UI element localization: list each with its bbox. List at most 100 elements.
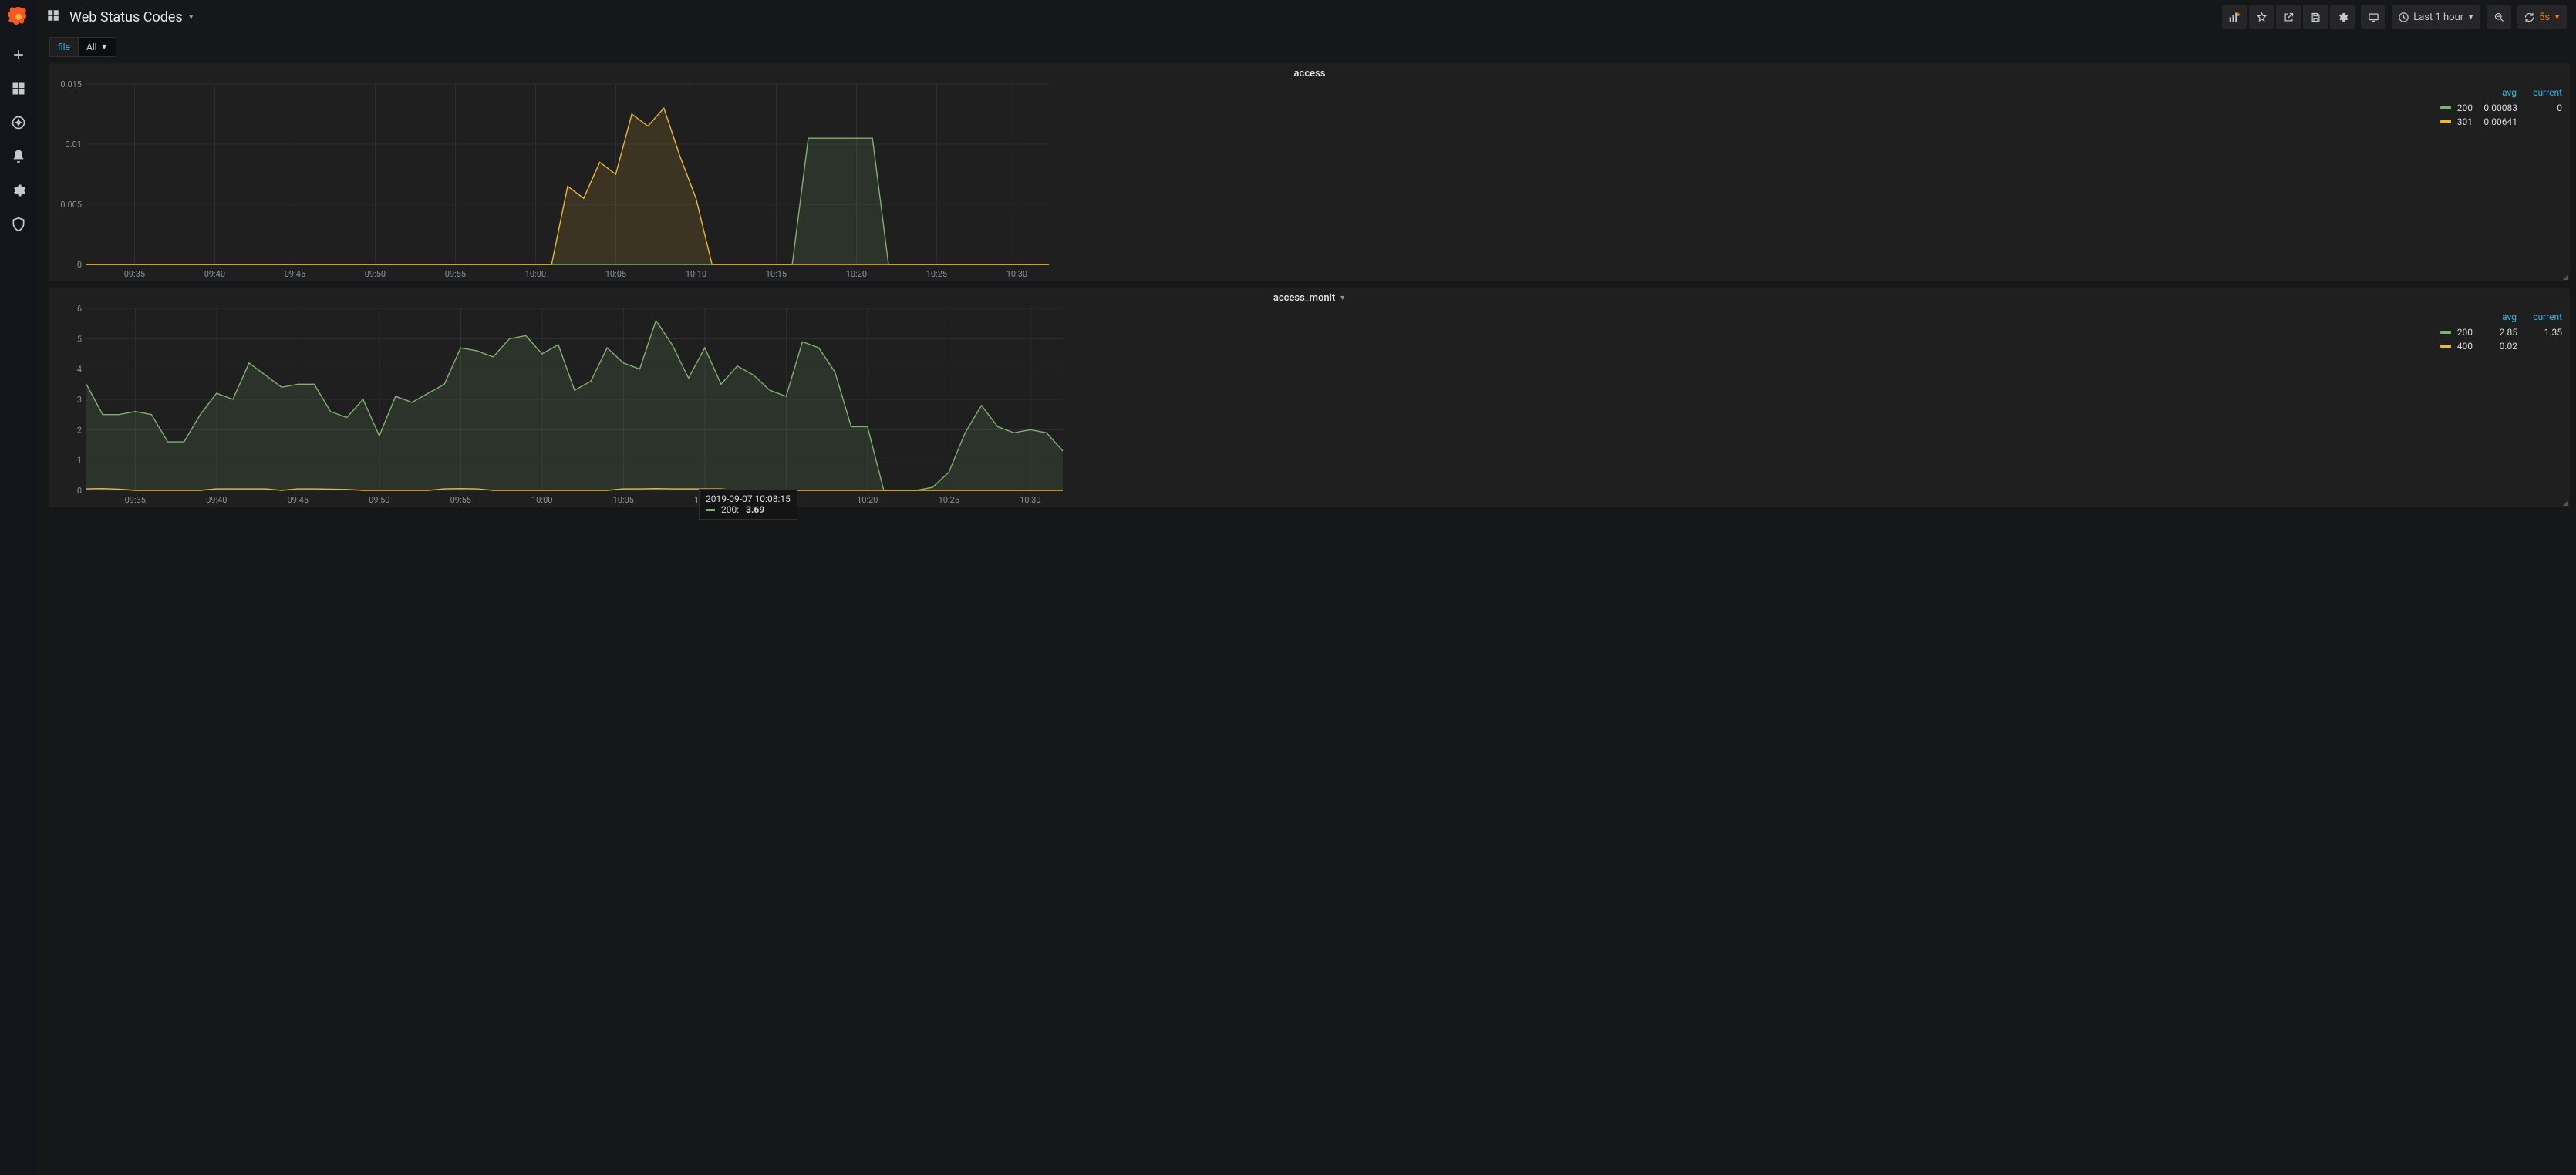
star-button[interactable] bbox=[2249, 5, 2274, 29]
svg-text:10:00: 10:00 bbox=[531, 495, 552, 505]
legend-col-current[interactable]: current bbox=[2527, 311, 2562, 322]
chevron-down-icon: ▼ bbox=[2467, 13, 2474, 22]
variable-bar: file All ▼ bbox=[37, 34, 2576, 60]
legend-row[interactable]: 200 2.85 1.35 bbox=[2440, 325, 2562, 339]
legend-col-avg[interactable]: avg bbox=[2482, 311, 2517, 322]
svg-text:10:20: 10:20 bbox=[846, 269, 867, 279]
topbar: Web Status Codes ▼ Last 1 hour ▼ 5s ▼ bbox=[37, 0, 2576, 34]
legend-current: 1.35 bbox=[2524, 327, 2562, 338]
svg-text:0.015: 0.015 bbox=[60, 81, 82, 89]
chart-access[interactable]: 0 0.005 0.01 0.015 09:35 09:40 09:45 09:50 09:55… bbox=[49, 81, 2426, 281]
svg-text:0.01: 0.01 bbox=[66, 140, 82, 150]
configuration-icon[interactable] bbox=[10, 182, 27, 199]
svg-text:09:45: 09:45 bbox=[288, 495, 309, 505]
svg-text:0: 0 bbox=[77, 260, 82, 270]
legend-avg: 0.00083 bbox=[2479, 103, 2517, 113]
share-button[interactable] bbox=[2276, 5, 2301, 29]
svg-text:09:45: 09:45 bbox=[285, 269, 305, 279]
svg-text:10:05: 10:05 bbox=[605, 269, 626, 279]
svg-text:09:40: 09:40 bbox=[204, 269, 225, 279]
svg-text:10:30: 10:30 bbox=[1020, 495, 1040, 505]
svg-text:3: 3 bbox=[77, 395, 82, 405]
grafana-logo[interactable] bbox=[6, 5, 31, 29]
legend-current: 0 bbox=[2524, 103, 2562, 113]
add-panel-button[interactable] bbox=[2222, 5, 2247, 29]
server-admin-icon[interactable] bbox=[10, 216, 27, 233]
legend-avg: 2.85 bbox=[2479, 327, 2517, 338]
variable-dropdown[interactable]: All ▼ bbox=[78, 37, 116, 57]
time-range-picker[interactable]: Last 1 hour ▼ bbox=[2392, 5, 2480, 29]
svg-text:09:50: 09:50 bbox=[369, 495, 389, 505]
svg-text:0: 0 bbox=[77, 486, 82, 496]
svg-text:10:05: 10:05 bbox=[613, 495, 634, 505]
svg-text:10:00: 10:00 bbox=[525, 269, 546, 279]
plus-icon[interactable] bbox=[10, 46, 27, 63]
panel-title[interactable]: access bbox=[49, 63, 2570, 81]
legend-series-name: 200 bbox=[2457, 327, 2473, 338]
view-mode-button[interactable] bbox=[2361, 5, 2385, 29]
panel-title[interactable]: access_monit ▼ bbox=[49, 288, 2570, 305]
chevron-down-icon: ▼ bbox=[187, 13, 195, 22]
save-button[interactable] bbox=[2303, 5, 2328, 29]
legend-swatch bbox=[2440, 345, 2451, 348]
legend-series-name: 301 bbox=[2457, 116, 2473, 127]
legend-avg: 0.02 bbox=[2479, 341, 2517, 352]
svg-text:10:25: 10:25 bbox=[939, 495, 959, 505]
svg-text:4: 4 bbox=[77, 365, 82, 375]
variable-value: All bbox=[86, 42, 97, 52]
svg-text:10:25: 10:25 bbox=[926, 269, 947, 279]
svg-text:1: 1 bbox=[77, 456, 82, 466]
svg-text:2: 2 bbox=[77, 425, 82, 435]
refresh-rate-label: 5s bbox=[2539, 12, 2550, 23]
svg-text:09:55: 09:55 bbox=[450, 495, 471, 505]
legend-row[interactable]: 400 0.02 bbox=[2440, 339, 2562, 353]
svg-text:09:50: 09:50 bbox=[365, 269, 386, 279]
settings-button[interactable] bbox=[2330, 5, 2355, 29]
svg-text:10:15: 10:15 bbox=[766, 269, 787, 279]
svg-text:10:30: 10:30 bbox=[1006, 269, 1027, 279]
legend-series-name: 400 bbox=[2457, 341, 2473, 352]
svg-text:09:35: 09:35 bbox=[125, 495, 146, 505]
legend-access-monit: avg current 200 2.85 1.35 400 0.02 bbox=[2426, 305, 2570, 507]
chart-access-monit[interactable]: 0 1 2 3 4 5 6 09:35 09:40 09:45 09:50 09:55 10:00 10:… bbox=[49, 305, 2426, 507]
resize-handle[interactable] bbox=[2563, 274, 2568, 280]
chevron-down-icon: ▼ bbox=[2554, 13, 2561, 22]
svg-text:09:40: 09:40 bbox=[206, 495, 227, 505]
resize-handle[interactable] bbox=[2563, 500, 2568, 506]
legend-row[interactable]: 200 0.00083 0 bbox=[2440, 101, 2562, 115]
legend-swatch bbox=[2440, 106, 2451, 109]
chevron-down-icon: ▼ bbox=[101, 43, 108, 52]
chevron-down-icon: ▼ bbox=[1339, 294, 1346, 302]
legend-avg: 0.00641 bbox=[2479, 116, 2517, 127]
variable-label: file bbox=[49, 37, 78, 57]
svg-text:5: 5 bbox=[77, 334, 82, 344]
svg-text:09:55: 09:55 bbox=[445, 269, 466, 279]
tooltip-swatch bbox=[706, 509, 715, 511]
legend-swatch bbox=[2440, 120, 2451, 123]
svg-text:10:15: 10:15 bbox=[776, 495, 797, 505]
refresh-button[interactable]: 5s ▼ bbox=[2517, 5, 2567, 29]
dashboard-icon bbox=[46, 8, 60, 25]
alerting-icon[interactable] bbox=[10, 148, 27, 165]
legend-access: avg current 200 0.00083 0 301 0.00641 bbox=[2426, 81, 2570, 281]
dashboard-title-dropdown[interactable]: Web Status Codes ▼ bbox=[69, 9, 195, 25]
svg-text:09:35: 09:35 bbox=[124, 269, 145, 279]
legend-row[interactable]: 301 0.00641 bbox=[2440, 115, 2562, 129]
dashboards-icon[interactable] bbox=[10, 80, 27, 97]
left-nav bbox=[0, 0, 37, 1175]
legend-col-current[interactable]: current bbox=[2527, 87, 2562, 98]
explore-icon[interactable] bbox=[10, 114, 27, 131]
legend-series-name: 200 bbox=[2457, 103, 2473, 113]
panel-access: access 0 0.005 0.01 0.015 09:35 09:40 09:45 09:… bbox=[49, 63, 2570, 281]
svg-text:10:10: 10:10 bbox=[694, 495, 715, 505]
svg-text:10:20: 10:20 bbox=[857, 495, 878, 505]
time-range-label: Last 1 hour bbox=[2413, 12, 2463, 23]
svg-text:10:10: 10:10 bbox=[686, 269, 706, 279]
legend-col-avg[interactable]: avg bbox=[2482, 87, 2517, 98]
legend-swatch bbox=[2440, 331, 2451, 334]
page-title: Web Status Codes bbox=[69, 9, 183, 25]
panel-access-monit: access_monit ▼ 0 1 2 3 4 5 6 09:35 09:40 09:45 09:… bbox=[49, 288, 2570, 507]
svg-text:6: 6 bbox=[77, 305, 82, 314]
svg-text:0.005: 0.005 bbox=[60, 200, 82, 210]
zoom-out-button[interactable] bbox=[2487, 5, 2511, 29]
